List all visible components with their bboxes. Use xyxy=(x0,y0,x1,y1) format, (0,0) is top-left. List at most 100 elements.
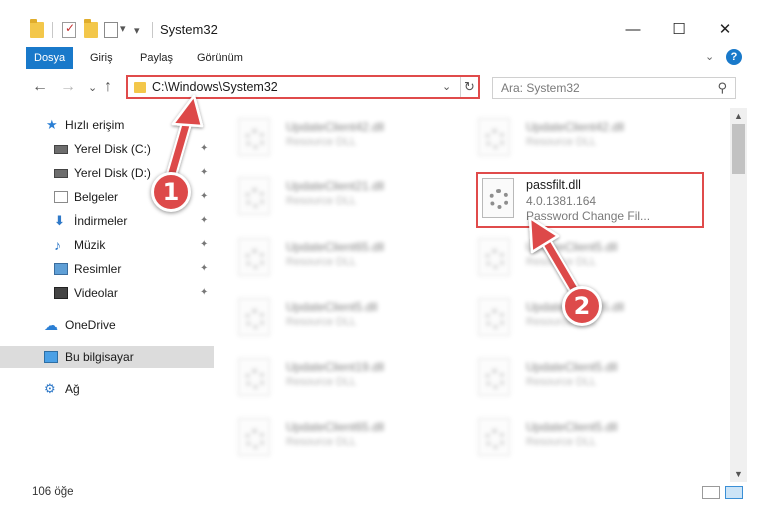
tiles-view-icon[interactable] xyxy=(725,486,743,499)
sidebar-item-label: Videolar xyxy=(74,286,118,300)
help-icon[interactable]: ? xyxy=(726,49,742,65)
dll-file-icon xyxy=(478,298,510,336)
music-icon: ♪ xyxy=(54,237,61,253)
details-view-icon[interactable] xyxy=(702,486,720,499)
sidebar-item-music[interactable]: ♪ Müzik ✦ xyxy=(0,234,214,256)
file-description: Resource DLL xyxy=(286,436,357,448)
divider xyxy=(152,22,153,38)
file-item[interactable]: UpdateClient5.dll Resource DLL xyxy=(214,292,439,344)
tab-file[interactable]: Dosya xyxy=(26,47,74,69)
file-name: UpdateClient5.dll xyxy=(526,420,618,434)
file-description: Resource DLL xyxy=(526,136,597,148)
file-item[interactable]: UpdateClient5.dll Resource DLL xyxy=(454,412,679,464)
computer-icon xyxy=(44,351,58,363)
sidebar-item-downloads[interactable]: ⬇ İndirmeler ✦ xyxy=(0,210,214,232)
file-description: Resource DLL xyxy=(526,436,597,448)
pin-icon[interactable]: ✦ xyxy=(200,210,208,232)
sidebar-item-local-disk-c[interactable]: Yerel Disk (C:) ✦ xyxy=(0,138,214,160)
file-item[interactable]: UpdateClient21.dll Resource DLL xyxy=(214,171,439,223)
scroll-down-button[interactable]: ▼ xyxy=(730,466,747,482)
properties-icon[interactable] xyxy=(62,21,76,38)
highlighted-file-item[interactable]: passfilt.dll 4.0.1381.164 Password Chang… xyxy=(476,172,704,228)
pin-icon[interactable]: ✦ xyxy=(200,258,208,280)
drive-icon xyxy=(54,169,68,178)
sidebar-item-label: Yerel Disk (D:) xyxy=(74,166,151,180)
step-badge-1: 1 xyxy=(151,172,191,212)
scroll-up-button[interactable]: ▲ xyxy=(730,108,747,124)
sidebar-item-this-pc[interactable]: Bu bilgisayar xyxy=(0,346,214,368)
file-item[interactable]: UpdateClient65.dll Resource DLL xyxy=(214,232,439,284)
file-item[interactable]: UpdateClient5.dll Resource DLL xyxy=(454,232,679,284)
customize-toolbar-icon[interactable]: ▾ xyxy=(134,24,140,37)
maximize-button[interactable]: ☐ xyxy=(656,18,702,42)
sidebar-item-label: Müzik xyxy=(74,238,106,252)
dll-file-icon xyxy=(238,418,270,456)
pin-icon[interactable]: ✦ xyxy=(200,282,208,304)
search-placeholder: Ara: System32 xyxy=(501,81,580,95)
tab-home[interactable]: Giriş xyxy=(90,47,113,69)
vertical-scrollbar[interactable]: ▲ ▼ xyxy=(730,108,747,482)
file-name: UpdateClient65.dll xyxy=(286,240,385,254)
sidebar-item-onedrive[interactable]: ☁ OneDrive xyxy=(0,314,214,336)
chevron-down-icon[interactable]: ⌄ xyxy=(442,80,451,93)
pictures-icon xyxy=(54,263,68,275)
dll-file-icon xyxy=(478,358,510,396)
network-icon: ⚙ xyxy=(44,381,56,396)
file-description: Resource DLL xyxy=(286,195,357,207)
file-item[interactable]: UpdateClient42.dll Resource DLL xyxy=(214,112,439,164)
pin-icon[interactable]: ✦ xyxy=(200,186,208,208)
minimize-button[interactable]: — xyxy=(610,18,656,42)
recent-locations-button[interactable]: ⌄ xyxy=(88,81,97,94)
folder-icon[interactable] xyxy=(30,19,44,38)
dll-file-icon xyxy=(482,178,514,218)
pin-icon[interactable]: ✦ xyxy=(200,234,208,256)
sidebar-item-label: Ağ xyxy=(65,382,80,396)
file-name: UpdateClient42.dll xyxy=(286,120,385,134)
back-button[interactable]: ← xyxy=(32,78,48,96)
star-icon: ★ xyxy=(46,117,58,132)
file-description: Resource DLL xyxy=(286,256,357,268)
sidebar-item-label: Belgeler xyxy=(74,190,119,204)
close-button[interactable]: ✕ xyxy=(702,18,748,42)
sidebar-item-label: Resimler xyxy=(74,262,122,276)
folder-icon xyxy=(134,82,146,93)
file-name: UpdateClient65.dll xyxy=(286,420,385,434)
file-item[interactable]: UpdateClient19.dll Resource DLL xyxy=(214,352,439,404)
forward-button[interactable]: → xyxy=(60,78,76,96)
sidebar-item-network[interactable]: ⚙ Ağ xyxy=(0,378,214,400)
dll-file-icon xyxy=(478,238,510,276)
file-name: UpdateClient19.dll xyxy=(286,360,385,374)
new-folder-icon[interactable] xyxy=(84,19,98,38)
collapse-ribbon-icon[interactable]: ⌄ xyxy=(705,50,714,63)
file-item[interactable]: UpdateClient65.dll Resource DLL xyxy=(214,412,439,464)
tab-view[interactable]: Görünüm xyxy=(197,47,243,69)
video-icon xyxy=(54,287,68,299)
file-name: UpdateClient5.dll xyxy=(526,360,618,374)
sidebar-item-videos[interactable]: Videolar ✦ xyxy=(0,282,214,304)
dll-file-icon xyxy=(238,358,270,396)
navigation-bar: ← → ⌄ ↑ C:\Windows\System32 ⌄ ↻ Ara: Sys… xyxy=(0,72,769,104)
sidebar-item-label: OneDrive xyxy=(65,318,116,332)
documents-icon xyxy=(54,191,68,203)
file-description: Password Change Fil... xyxy=(526,209,651,223)
up-button[interactable]: ↑ xyxy=(104,78,112,96)
view-options-icon[interactable] xyxy=(104,22,118,38)
refresh-button[interactable]: ↻ xyxy=(460,77,478,97)
file-item[interactable]: UpdateClient5.dll Resource DLL xyxy=(454,352,679,404)
pin-icon[interactable]: ✦ xyxy=(200,138,208,160)
address-path[interactable]: C:\Windows\System32 xyxy=(152,80,278,94)
file-item[interactable]: UpdateClient42.dll Resource DLL xyxy=(454,112,679,164)
scroll-thumb[interactable] xyxy=(732,124,745,174)
search-input[interactable]: Ara: System32 ⚲ xyxy=(492,77,736,99)
address-bar[interactable]: C:\Windows\System32 ⌄ ↻ xyxy=(126,75,480,99)
sidebar-item-pictures[interactable]: Resimler ✦ xyxy=(0,258,214,280)
file-description: Resource DLL xyxy=(286,376,357,388)
chevron-down-icon[interactable]: ▾ xyxy=(120,22,126,35)
tab-share[interactable]: Paylaş xyxy=(140,47,173,69)
sidebar-item-label: Hızlı erişim xyxy=(65,118,125,132)
file-name: UpdateClient5.dll xyxy=(526,240,618,254)
pin-icon[interactable]: ✦ xyxy=(200,162,208,184)
sidebar-item-quick-access[interactable]: ★ Hızlı erişim xyxy=(0,114,214,136)
dll-file-icon xyxy=(238,177,270,215)
dll-file-icon xyxy=(238,118,270,156)
